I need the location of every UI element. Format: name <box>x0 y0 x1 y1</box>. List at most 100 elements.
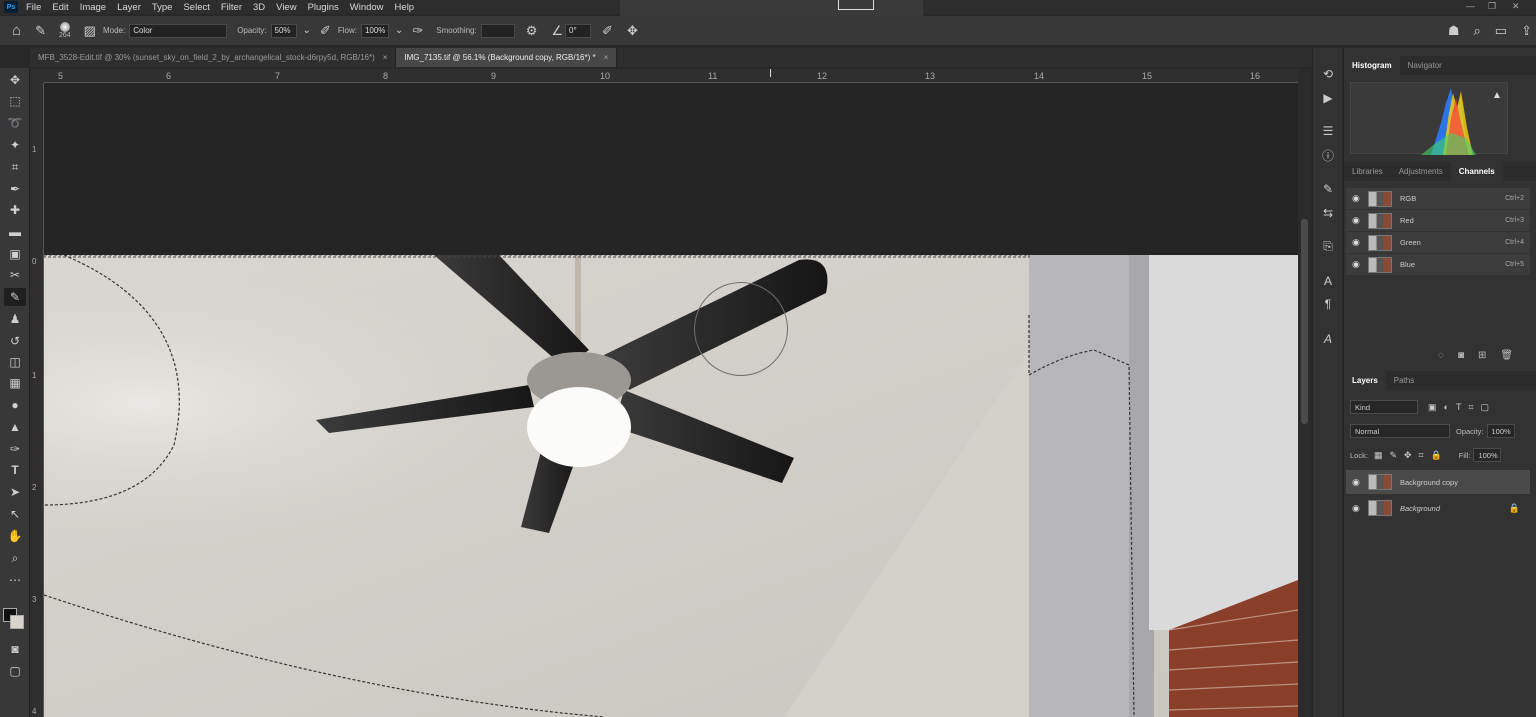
zoom-tool-icon[interactable]: ⌕ <box>4 549 26 567</box>
lock-icons[interactable]: ▦✎✥⌗🔒 <box>1374 450 1449 461</box>
crop-tool-icon[interactable]: ⌗ <box>4 158 26 176</box>
move-tool-icon[interactable]: ✥ <box>4 71 26 89</box>
mode-select[interactable]: Color <box>129 23 228 38</box>
quick-mask-icon[interactable]: ◙ <box>4 640 26 658</box>
cut-tool-icon[interactable]: ✂ <box>4 266 26 284</box>
brush-settings-panel-icon[interactable]: ▨ <box>84 23 96 39</box>
ruler-tool-icon[interactable]: ▬ <box>4 223 26 241</box>
share-upload-icon[interactable]: ⇪ <box>1521 23 1532 39</box>
smoothing-input[interactable] <box>480 23 515 38</box>
tab-navigator[interactable]: Navigator <box>1400 56 1450 75</box>
layer-row-selected[interactable]: ◉ Background copy <box>1346 470 1530 494</box>
screen-mode-icon[interactable]: ▢ <box>4 662 26 680</box>
path-selection-tool-icon[interactable]: ➤ <box>4 483 26 501</box>
channel-row[interactable]: ◉ RGB Ctrl+2 <box>1346 188 1530 210</box>
menu-help[interactable]: Help <box>395 2 415 13</box>
home-icon[interactable]: ⌂ <box>12 22 21 39</box>
kind-filter-select[interactable]: Kind <box>1350 400 1418 414</box>
ceiling-fan-photo[interactable] <box>44 255 1298 717</box>
type-tool-icon[interactable]: T <box>4 461 26 479</box>
visibility-eye-icon[interactable]: ◉ <box>1352 237 1364 248</box>
clone-stamp-tool-icon[interactable]: ♟ <box>4 310 26 328</box>
document-tab-active[interactable]: IMG_7135.tif @ 56.1% (Background copy, R… <box>396 48 618 67</box>
pressure-opacity-icon[interactable]: ✐ <box>320 23 331 39</box>
delete-channel-icon[interactable]: 🗑 <box>1500 350 1513 361</box>
lock-icon[interactable]: 🔒 <box>1509 503 1520 514</box>
marquee-tool-icon[interactable]: ⬚ <box>4 92 26 110</box>
menu-3d[interactable]: 3D <box>253 2 265 13</box>
blend-mode-select[interactable]: Normal <box>1350 424 1450 438</box>
close-tab-icon[interactable]: × <box>383 53 388 62</box>
search-icon[interactable]: ⌕ <box>1474 23 1481 39</box>
visibility-eye-icon[interactable]: ◉ <box>1352 215 1364 226</box>
flow-dropdown-icon[interactable]: ⌄ <box>395 25 403 36</box>
close-window-icon[interactable]: ✕ <box>1512 1 1520 12</box>
workspace-icon[interactable]: ▭ <box>1495 23 1507 39</box>
channel-row[interactable]: ◉ Blue Ctrl+5 <box>1346 254 1530 276</box>
flow-input[interactable]: 100% <box>360 23 389 38</box>
close-tab-icon[interactable]: × <box>604 53 609 62</box>
vertical-ruler[interactable]: 1 0 1 2 3 4 <box>30 83 44 717</box>
opacity-dropdown-icon[interactable]: ⌄ <box>303 25 311 36</box>
layer-opacity-input[interactable]: 100% <box>1486 424 1515 438</box>
menu-edit[interactable]: Edit <box>52 2 68 13</box>
info-icon[interactable]: ⓘ <box>1319 147 1337 163</box>
eraser-tool-icon[interactable]: ◫ <box>4 353 26 371</box>
adjustments-sliders-icon[interactable]: ☰ <box>1319 123 1337 139</box>
menu-layer[interactable]: Layer <box>117 2 141 13</box>
load-selection-icon[interactable]: ◌ <box>1438 350 1444 361</box>
tab-adjustments[interactable]: Adjustments <box>1391 162 1451 181</box>
more-tools-icon[interactable]: ⋯ <box>4 571 26 589</box>
brush-preset-picker[interactable]: 264 <box>59 22 71 39</box>
visibility-eye-icon[interactable]: ◉ <box>1352 193 1364 204</box>
magic-wand-tool-icon[interactable]: ✦ <box>4 136 26 154</box>
background-color-swatch[interactable] <box>10 615 24 629</box>
angle-input[interactable]: 0° <box>565 23 592 38</box>
clone-source-icon[interactable]: ⎘ <box>1319 238 1337 254</box>
channel-row[interactable]: ◉ Red Ctrl+3 <box>1346 210 1530 232</box>
menu-type[interactable]: Type <box>152 2 173 13</box>
menu-plugins[interactable]: Plugins <box>308 2 339 13</box>
visibility-eye-icon[interactable]: ◉ <box>1352 503 1364 514</box>
filter-type-icons[interactable]: ▣◐T⌗▢ <box>1428 402 1496 413</box>
properties-icon[interactable]: ⇆ <box>1319 205 1337 221</box>
actions-play-icon[interactable]: ▶ <box>1319 90 1337 106</box>
direct-selection-tool-icon[interactable]: ↖ <box>4 505 26 523</box>
visibility-eye-icon[interactable]: ◉ <box>1352 259 1364 270</box>
airbrush-icon[interactable]: ✑ <box>412 23 423 39</box>
tab-layers[interactable]: Layers <box>1344 371 1386 390</box>
menu-view[interactable]: View <box>276 2 296 13</box>
document-canvas[interactable] <box>44 84 1298 717</box>
scrollbar-thumb[interactable] <box>1301 219 1308 424</box>
history-panel-icon[interactable]: ⟲ <box>1319 66 1337 82</box>
fill-input[interactable]: 100% <box>1473 448 1502 462</box>
minimize-icon[interactable]: — <box>1466 1 1475 11</box>
document-tab[interactable]: MFB_3528-Edit.tif @ 30% (sunset_sky_on_f… <box>30 48 397 67</box>
eyedropper-tool-icon[interactable]: ✒ <box>4 180 26 198</box>
brush-tool-preset-icon[interactable]: ✎ <box>35 23 46 39</box>
layer-row[interactable]: ◉ Background 🔒 <box>1346 496 1530 520</box>
new-channel-icon[interactable]: ⊞ <box>1478 350 1486 361</box>
gradient-tool-icon[interactable]: ▦ <box>4 374 26 392</box>
frame-tool-icon[interactable]: ▣ <box>4 245 26 263</box>
tab-channels[interactable]: Channels <box>1450 162 1503 181</box>
healing-brush-tool-icon[interactable]: ✚ <box>4 201 26 219</box>
lasso-tool-icon[interactable]: ➰ <box>4 114 26 132</box>
glyphs-icon[interactable]: A <box>1319 331 1337 347</box>
menu-window[interactable]: Window <box>350 2 384 13</box>
tab-histogram[interactable]: Histogram <box>1344 56 1400 75</box>
brush-settings-icon[interactable]: ✎ <box>1319 181 1337 197</box>
menu-image[interactable]: Image <box>80 2 106 13</box>
warning-icon[interactable]: ▲ <box>1492 90 1502 101</box>
channel-row[interactable]: ◉ Green Ctrl+4 <box>1346 232 1530 254</box>
ruler-corner[interactable] <box>30 69 44 83</box>
character-icon[interactable]: A <box>1319 273 1337 289</box>
symmetry-icon[interactable]: ✥ <box>627 23 638 39</box>
menu-file[interactable]: File <box>26 2 41 13</box>
opacity-input[interactable]: 50% <box>270 23 297 38</box>
brush-tool-icon[interactable]: ✎ <box>4 288 26 306</box>
share-icon[interactable]: ☗ <box>1448 23 1460 39</box>
menu-filter[interactable]: Filter <box>221 2 242 13</box>
save-selection-icon[interactable]: ◙ <box>1458 350 1464 361</box>
dodge-tool-icon[interactable]: ▲ <box>4 418 26 436</box>
